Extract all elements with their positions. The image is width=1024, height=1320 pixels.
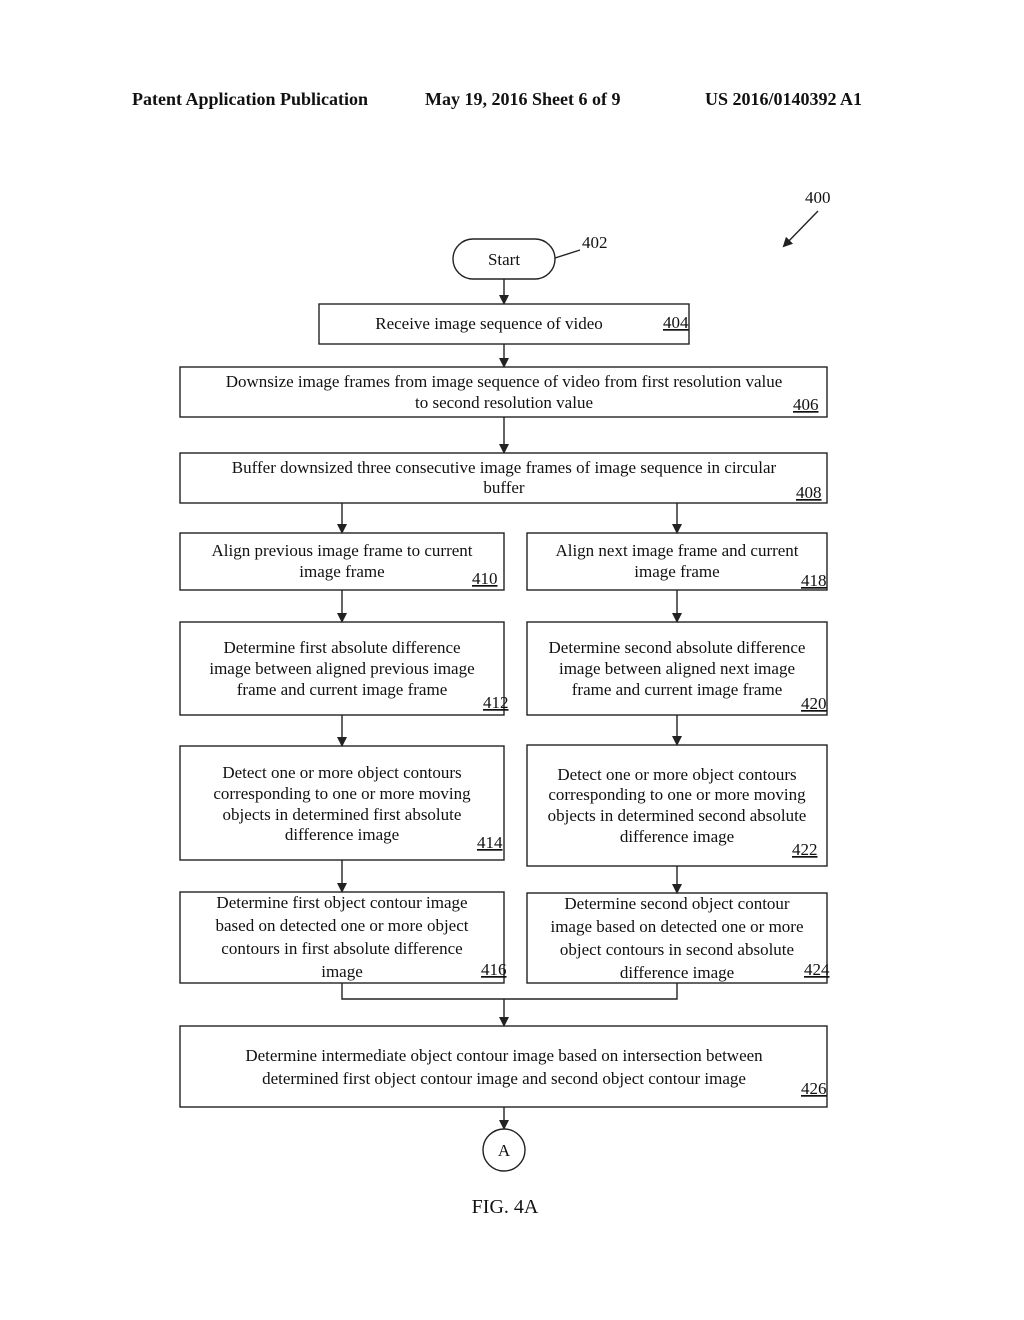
step-text-line: Align next image frame and current (555, 541, 798, 560)
step-box (179, 1025, 828, 1108)
step-text-line: corresponding to one or more moving (213, 784, 471, 803)
step-text-line: Buffer downsized three consecutive image… (232, 458, 777, 477)
step-text-line: Detect one or more object contours (222, 763, 461, 782)
step-text-line: Determine second object contour (564, 894, 790, 913)
figure-ref: 400 (805, 188, 831, 207)
step-text-line: determined first object contour image an… (262, 1069, 746, 1088)
step-418: Align next image frame and current image … (526, 532, 828, 591)
step-text-line: to second resolution value (415, 393, 593, 412)
start-ref: 402 (582, 233, 608, 252)
step-text-line: difference image (620, 963, 734, 982)
step-ref-number: 426 (801, 1079, 827, 1098)
step-410: Align previous image frame to current ima… (179, 532, 505, 591)
step-ref-number: 410 (472, 569, 498, 588)
step-text-line: Detect one or more object contours (557, 765, 796, 784)
step-424: Determine second object contour image bas… (526, 892, 830, 984)
step-text-line: frame and current image frame (237, 680, 448, 699)
start-label: Start (488, 250, 520, 269)
step-text-line: contours in first absolute difference (221, 939, 462, 958)
step-414: Detect one or more object contours corres… (179, 745, 505, 861)
flowchart: 400 Start 402 Receive image sequence of … (179, 188, 831, 1218)
step-422: Detect one or more object contourscorres… (526, 744, 828, 867)
step-ref-number: 418 (801, 571, 827, 590)
step-text-line: object contours in second absolute (560, 940, 794, 959)
figure-ref-arrow (782, 210, 819, 248)
step-text-line: image between aligned next image (559, 659, 795, 678)
step-text-line: image between aligned previous image (209, 659, 474, 678)
step-412: Determine first absolute difference image… (179, 621, 509, 716)
step-text-line: Receive image sequence of video (375, 314, 603, 333)
step-416: Determine first object contour image base… (179, 891, 507, 984)
step-ref-number: 424 (804, 960, 830, 979)
step-text-line: image (321, 962, 363, 981)
step-420: Determine second absolute difference imag… (526, 621, 828, 716)
step-404: Receive image sequence of video 404 (318, 303, 690, 345)
step-ref-number: 406 (793, 395, 819, 414)
step-text-line: based on detected one or more object (215, 916, 468, 935)
step-text-line: objects in determined second absolute (548, 806, 807, 825)
step-text-line: frame and current image frame (572, 680, 783, 699)
step-text-line: Determine first absolute difference (223, 638, 460, 657)
step-text-line: Determine first object contour image (216, 893, 467, 912)
step-406: Downsize image frames from image sequenc… (179, 366, 828, 418)
step-ref-number: 422 (792, 840, 818, 859)
step-ref-number: 408 (796, 483, 822, 502)
step-text-line: Determine second absolute difference (549, 638, 806, 657)
step-ref-number: 416 (481, 960, 507, 979)
step-ref-number: 414 (477, 833, 503, 852)
step-text-line: objects in determined first absolute (223, 805, 462, 824)
step-text-line: difference image (285, 825, 399, 844)
step-text-line: Downsize image frames from image sequenc… (226, 372, 783, 391)
step-text-line: image frame (299, 562, 384, 581)
step-text-line: buffer (483, 478, 525, 497)
figure-caption: FIG. 4A (472, 1196, 539, 1218)
step-408: Buffer downsized three consecutive image… (179, 452, 828, 504)
step-426: Determine intermediate object contour im… (179, 1025, 828, 1108)
merge-line (341, 983, 678, 1000)
start-ref-leader (554, 249, 581, 259)
step-text-line: difference image (620, 827, 734, 846)
connector-label: A (498, 1141, 511, 1160)
step-ref-number: 420 (801, 694, 827, 713)
step-text-line: image frame (634, 562, 719, 581)
step-ref-number: 412 (483, 693, 509, 712)
step-text-line: Determine intermediate object contour im… (245, 1046, 763, 1065)
step-text-line: image based on detected one or more (550, 917, 803, 936)
step-text-line: Align previous image frame to current (211, 541, 472, 560)
step-ref-number: 404 (663, 313, 689, 332)
step-text-line: corresponding to one or more moving (548, 785, 806, 804)
